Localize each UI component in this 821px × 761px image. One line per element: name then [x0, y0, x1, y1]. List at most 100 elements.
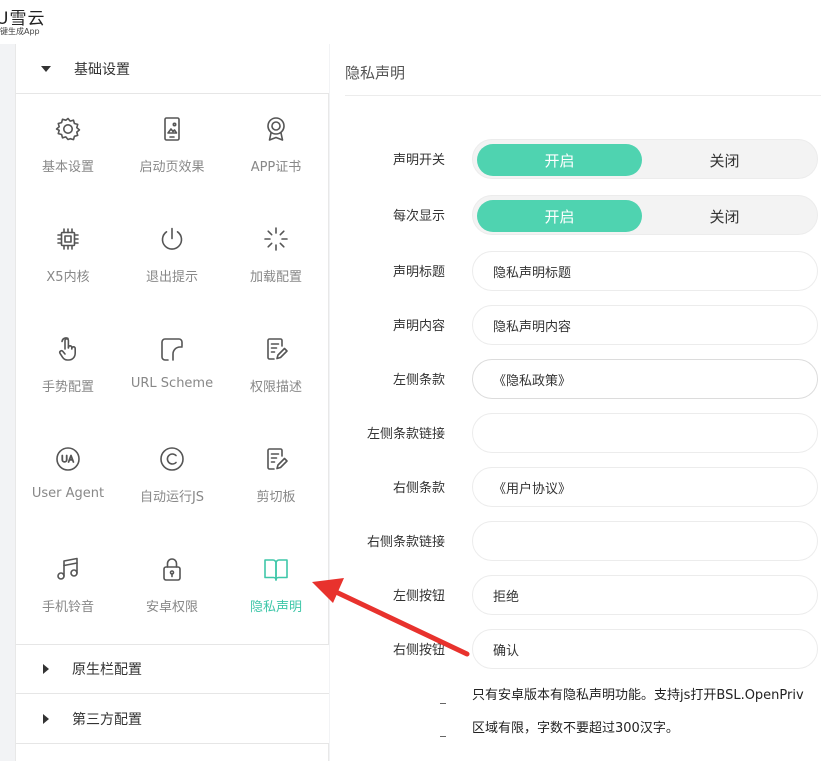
- hint-marker: [440, 736, 446, 737]
- form-row-statement-switch: 声明开关 开启 关闭: [330, 139, 821, 179]
- copyright-icon: [158, 445, 186, 473]
- statement-title-input[interactable]: 隐私声明标题: [472, 251, 818, 291]
- grid-item-label: 加载配置: [249, 270, 302, 285]
- grid-item-label: 退出提示: [145, 270, 198, 285]
- music-note-icon: [54, 555, 82, 583]
- grid-item-label: 权限描述: [249, 380, 302, 395]
- top-bar: U雪云 键生成App: [0, 0, 821, 44]
- right-button-input[interactable]: 确认: [472, 629, 818, 669]
- form-row-right-terms-link: 右侧条款链接: [330, 521, 821, 561]
- grid-item-label: URL Scheme: [130, 376, 214, 391]
- field-label: 左侧条款链接: [366, 427, 445, 442]
- form-row-left-terms: 左侧条款 《隐私政策》: [330, 359, 821, 399]
- grid-item-ringtone[interactable]: 手机铃音: [16, 536, 120, 646]
- toggle-off-button[interactable]: 关闭: [642, 200, 807, 232]
- lock-icon: [158, 555, 186, 583]
- clipboard-edit-icon: [262, 445, 290, 473]
- grid-item-clipboard[interactable]: 剪切板: [224, 426, 328, 536]
- edit-document-icon: [262, 335, 290, 363]
- grid-item-gesture-config[interactable]: 手势配置: [16, 316, 120, 426]
- field-label: 右侧条款: [392, 481, 445, 496]
- grid-item-label: 手势配置: [41, 380, 94, 395]
- right-terms-link-input[interactable]: [472, 521, 818, 561]
- grid-item-x5-kernel[interactable]: X5内核: [16, 206, 120, 316]
- grid-item-url-scheme[interactable]: URL Scheme: [120, 316, 224, 426]
- field-label: 右侧按钮: [392, 643, 445, 658]
- grid-item-label: 安卓权限: [145, 600, 198, 615]
- statement-switch-toggle: 开启 关闭: [472, 139, 818, 179]
- field-label: 左侧按钮: [392, 589, 445, 604]
- section-label: 第三方配置: [72, 711, 142, 728]
- chip-icon: [54, 225, 82, 253]
- book-icon: [262, 555, 290, 583]
- grid-item-label: 手机铃音: [41, 600, 94, 615]
- grid-item-label: User Agent: [31, 486, 105, 501]
- left-terms-link-input[interactable]: [472, 413, 818, 453]
- toggle-on-button[interactable]: 开启: [477, 200, 642, 232]
- certificate-icon: [262, 115, 290, 143]
- settings-grid: 基本设置 启动页效果 APP证书 X5内核 退出提示 加载配置 手势配置 URL…: [16, 96, 329, 644]
- field-label: 每次显示: [392, 209, 445, 224]
- section-basic-settings[interactable]: 基础设置: [16, 44, 329, 94]
- field-label: 声明内容: [392, 319, 445, 334]
- grid-item-label: X5内核: [46, 270, 90, 285]
- url-scheme-icon: [158, 335, 186, 363]
- field-label: 声明开关: [392, 153, 445, 168]
- chevron-right-icon: [43, 664, 49, 674]
- form-row-show-every-time: 每次显示 开启 关闭: [330, 195, 821, 235]
- section-label: 原生栏配置: [72, 662, 142, 678]
- form-row-statement-content: 声明内容 隐私声明内容: [330, 305, 821, 345]
- field-label: 右侧条款链接: [366, 535, 445, 550]
- settings-sidebar: 基础设置 基本设置 启动页效果 APP证书 X5内核 退出提示 加载配置 手势配…: [15, 44, 329, 761]
- left-button-input[interactable]: 拒绝: [472, 575, 818, 615]
- field-label: 左侧条款: [392, 373, 445, 388]
- hint-marker: [440, 703, 446, 704]
- grid-item-loading-config[interactable]: 加载配置: [224, 206, 328, 316]
- grid-item-privacy-statement[interactable]: 隐私声明: [224, 536, 328, 646]
- grid-item-basic-settings[interactable]: 基本设置: [16, 96, 120, 206]
- hint-text-android-only: 只有安卓版本有隐私声明功能。支持js打开BSL.OpenPriv: [472, 688, 804, 703]
- grid-item-label: 基本设置: [41, 160, 94, 175]
- left-terms-input[interactable]: 《隐私政策》: [472, 359, 818, 399]
- grid-item-android-permissions[interactable]: 安卓权限: [120, 536, 224, 646]
- grid-item-label: APP证书: [250, 160, 302, 175]
- gear-icon: [54, 115, 82, 143]
- grid-item-auto-run-js[interactable]: 自动运行JS: [120, 426, 224, 536]
- section-label: 基础设置: [74, 61, 130, 78]
- grid-item-label: 自动运行JS: [139, 490, 205, 505]
- hint-text-char-limit: 区域有限，字数不要超过300汉字。: [472, 721, 679, 736]
- privacy-settings-panel: 隐私声明 声明开关 开启 关闭 每次显示 开启 关闭 声明标题 隐私声明标题 声…: [330, 44, 821, 761]
- grid-item-label: 启动页效果: [139, 160, 205, 175]
- form-row-left-button: 左侧按钮 拒绝: [330, 575, 821, 615]
- section-third-party-config[interactable]: 第三方配置: [16, 694, 329, 744]
- grid-item-permission-description[interactable]: 权限描述: [224, 316, 328, 426]
- grid-item-exit-prompt[interactable]: 退出提示: [120, 206, 224, 316]
- power-icon: [158, 225, 186, 253]
- show-every-time-toggle: 开启 关闭: [472, 195, 818, 235]
- grid-item-splash-effect[interactable]: 启动页效果: [120, 96, 224, 206]
- chevron-right-icon: [43, 713, 49, 724]
- grid-item-label: 隐私声明: [249, 600, 302, 615]
- app-logo[interactable]: U雪云 键生成App: [0, 2, 60, 38]
- title-divider: [345, 95, 821, 96]
- form-row-right-button: 右侧按钮 确认: [330, 629, 821, 669]
- page-title: 隐私声明: [345, 64, 406, 82]
- form-row-right-terms: 右侧条款 《用户协议》: [330, 467, 821, 507]
- grid-item-app-certificate[interactable]: APP证书: [224, 96, 328, 206]
- section-native-bar-config[interactable]: 原生栏配置: [16, 644, 329, 694]
- form-row-left-terms-link: 左侧条款链接: [330, 413, 821, 453]
- statement-content-input[interactable]: 隐私声明内容: [472, 305, 818, 345]
- toggle-off-button[interactable]: 关闭: [642, 144, 807, 176]
- chevron-down-icon: [41, 65, 51, 72]
- loading-spinner-icon: [262, 225, 290, 253]
- toggle-on-button[interactable]: 开启: [477, 144, 642, 176]
- ua-icon: [54, 445, 82, 473]
- form-row-statement-title: 声明标题 隐私声明标题: [330, 251, 821, 291]
- grid-item-user-agent[interactable]: User Agent: [16, 426, 120, 536]
- hand-pointer-icon: [54, 335, 82, 363]
- right-terms-input[interactable]: 《用户协议》: [472, 467, 818, 507]
- field-label: 声明标题: [392, 265, 445, 280]
- grid-item-label: 剪切板: [256, 490, 296, 505]
- phone-image-icon: [158, 115, 186, 143]
- logo-subtitle: 键生成App: [0, 27, 40, 36]
